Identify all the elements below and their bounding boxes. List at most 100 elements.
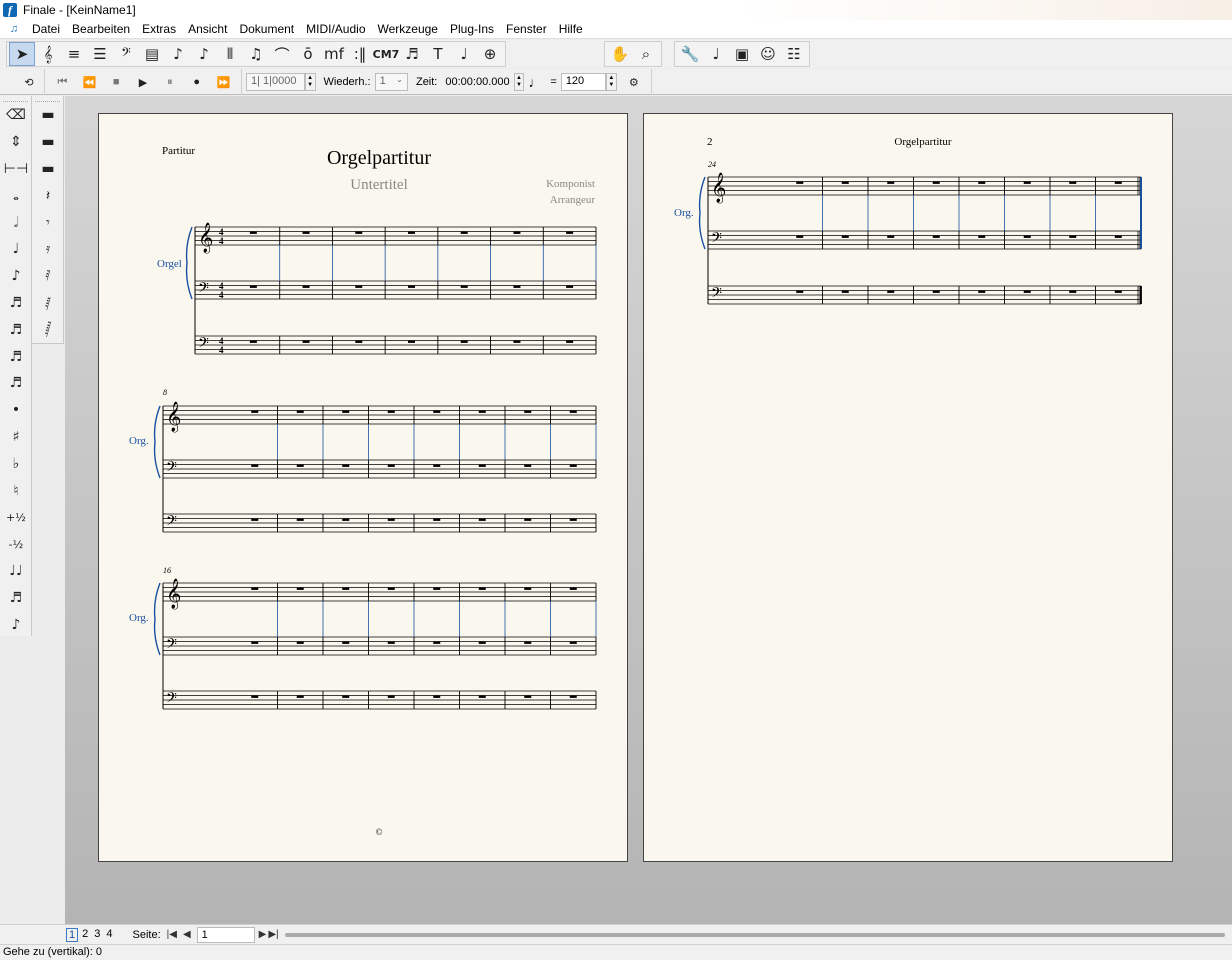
palette-a-tool-icon[interactable]: ⇕: [0, 129, 32, 156]
palette-a-tool-icon[interactable]: ♬: [0, 343, 32, 370]
menu-ansicht[interactable]: Ansicht: [182, 20, 233, 39]
whole-rest: [251, 641, 259, 644]
record-icon[interactable]: ●: [183, 71, 210, 93]
palette-a-tool-icon[interactable]: +½: [0, 504, 32, 531]
time-signature-tool-icon[interactable]: ☰: [87, 42, 113, 66]
menu-fenster[interactable]: Fenster: [500, 20, 553, 39]
palette-a-tool-icon[interactable]: ♬: [0, 290, 32, 317]
midi-tool-icon[interactable]: ☺: [755, 42, 781, 66]
play-icon[interactable]: ▶: [130, 71, 157, 93]
page-link-2[interactable]: 2: [80, 928, 90, 942]
palette-a-tool-icon[interactable]: ⊢⊣: [0, 156, 32, 183]
first-page-icon[interactable]: |◀: [167, 929, 177, 940]
palette-a-tool-icon[interactable]: ♬: [0, 370, 32, 397]
repeat-tool-icon[interactable]: :‖: [347, 42, 373, 66]
last-page-icon[interactable]: ▶|: [268, 929, 278, 940]
whole-rest: [887, 290, 895, 293]
palette-b-tool-icon[interactable]: 𝅂: [32, 316, 64, 343]
staff-tool-icon[interactable]: 𝄞: [35, 42, 61, 66]
expression-tool-icon[interactable]: mf: [321, 42, 347, 66]
palette-b-tool-icon[interactable]: 𝄾: [32, 209, 64, 236]
counter-spinner[interactable]: ▲ ▼: [304, 73, 316, 91]
hand-grabber-tool-icon[interactable]: ✋: [607, 42, 633, 66]
palette-b-tool-icon[interactable]: ▬: [32, 102, 64, 129]
whole-rest: [796, 290, 804, 293]
palette-b-tool-icon[interactable]: 𝄿: [32, 236, 64, 263]
menu-dokument[interactable]: Dokument: [233, 20, 300, 39]
wrench-utility-icon[interactable]: 🔧: [677, 42, 703, 66]
horizontal-scrollbar[interactable]: [285, 933, 1225, 937]
menu-hilfe[interactable]: Hilfe: [553, 20, 589, 39]
articulation-tool-icon[interactable]: ō: [295, 42, 321, 66]
previous-page-icon[interactable]: ◀: [183, 929, 191, 940]
palette-a-tool-icon[interactable]: ♯: [0, 424, 32, 451]
palette-a-tool-icon[interactable]: ♩♩: [0, 558, 32, 585]
palette-b-tool-icon[interactable]: 𝄽: [32, 182, 64, 209]
page-link-1[interactable]: 1: [66, 927, 79, 942]
menu-datei[interactable]: Datei: [26, 20, 66, 39]
text-tool-icon[interactable]: T: [425, 42, 451, 66]
measure-tool-icon[interactable]: ▤: [139, 42, 165, 66]
palette-b-tool-icon[interactable]: 𝅀: [32, 263, 64, 290]
palette-a-tool-icon[interactable]: ♬: [0, 316, 32, 343]
score-page-1[interactable]: Partitur Orgelpartitur Untertitel Komponist…: [98, 113, 628, 862]
palette-b-tool-icon[interactable]: ▬: [32, 156, 64, 183]
mirror-tool-icon[interactable]: ♩: [451, 42, 477, 66]
menu-midi-audio[interactable]: MIDI/Audio: [300, 20, 371, 39]
menu-bearbeiten[interactable]: Bearbeiten: [66, 20, 136, 39]
palette-a-tool-icon[interactable]: -½: [0, 531, 32, 558]
tempo-field[interactable]: 120: [560, 73, 606, 91]
gear-icon[interactable]: ⚙: [621, 71, 647, 93]
time-spinner[interactable]: ▲ ▼: [513, 73, 525, 91]
score-manager-icon[interactable]: ☷: [781, 42, 807, 66]
fast-forward-icon[interactable]: ⏩: [210, 71, 237, 93]
stop-icon[interactable]: ■: [103, 71, 130, 93]
selection-tool-icon[interactable]: ➤: [9, 42, 35, 66]
palette-a-tool-icon[interactable]: ♮: [0, 477, 32, 504]
measure-counter-field[interactable]: 1| 1|0000: [246, 73, 305, 91]
chord-tool-icon[interactable]: CM7: [373, 42, 400, 66]
lyrics-tool-icon[interactable]: ♬: [399, 42, 425, 66]
score-page-2[interactable]: 2 Orgelpartitur 𝄞 𝄢 𝄢 24 Org.: [643, 113, 1173, 862]
palette-a-tool-icon[interactable]: ♩: [0, 236, 32, 263]
palette-a-tool-icon[interactable]: •: [0, 397, 32, 424]
tuplet-tool-icon[interactable]: ⫴: [217, 42, 243, 66]
menu-extras[interactable]: Extras: [136, 20, 182, 39]
document-icon[interactable]: ♫: [8, 22, 20, 36]
repeat-dropdown[interactable]: 1 ⌄: [374, 73, 408, 91]
page-link-3[interactable]: 3: [92, 928, 102, 942]
rewind-to-start-icon[interactable]: ⏮: [49, 71, 76, 93]
speedy-entry-tool-icon[interactable]: ♪: [191, 42, 217, 66]
palette-a-tool-icon[interactable]: ♪: [0, 263, 32, 290]
zoom-tool-icon[interactable]: ⌕: [633, 42, 659, 66]
tempo-spinner[interactable]: ▲ ▼: [605, 73, 617, 91]
palette-a-tool-icon[interactable]: ⌫: [0, 102, 32, 129]
menu-plug-ins[interactable]: Plug-Ins: [444, 20, 500, 39]
whole-rest: [841, 290, 849, 293]
pause-icon[interactable]: ⏸: [156, 71, 183, 93]
palette-a-tool-icon[interactable]: ♪: [0, 611, 32, 638]
palette-b-tool-icon[interactable]: 𝅁: [32, 290, 64, 317]
smart-shape-tool-icon[interactable]: ♫: [243, 42, 269, 66]
palette-b-tool-icon[interactable]: ▬: [32, 129, 64, 156]
menu-werkzeuge[interactable]: Werkzeuge: [372, 20, 444, 39]
palette-a-tool-icon[interactable]: ♬: [0, 584, 32, 611]
rewind-icon[interactable]: ⏪: [76, 71, 103, 93]
whole-rest: [1023, 235, 1031, 238]
palette-a-tool-icon[interactable]: 𝅗𝅥: [0, 209, 32, 236]
whole-rest: [1023, 290, 1031, 293]
slur-tool-icon[interactable]: ⌒: [269, 42, 295, 66]
playback-settings-icon[interactable]: ⟲: [18, 71, 40, 93]
next-page-icon[interactable]: ▶: [259, 929, 267, 940]
palette-a-tool-icon[interactable]: 𝅝: [0, 182, 32, 209]
note-mover-tool-icon[interactable]: ♩: [703, 42, 729, 66]
page-label: Seite:: [132, 928, 161, 941]
clef-tool-icon[interactable]: 𝄢: [113, 42, 139, 66]
simple-entry-tool-icon[interactable]: ♪: [165, 42, 191, 66]
key-signature-tool-icon[interactable]: ≡: [61, 42, 87, 66]
palette-a-tool-icon[interactable]: ♭: [0, 450, 32, 477]
page-link-4[interactable]: 4: [104, 928, 114, 942]
graphics-tool-icon[interactable]: ▣: [729, 42, 755, 66]
page-number-input[interactable]: 1: [196, 926, 255, 943]
special-tools-icon[interactable]: ⊕: [477, 42, 503, 66]
